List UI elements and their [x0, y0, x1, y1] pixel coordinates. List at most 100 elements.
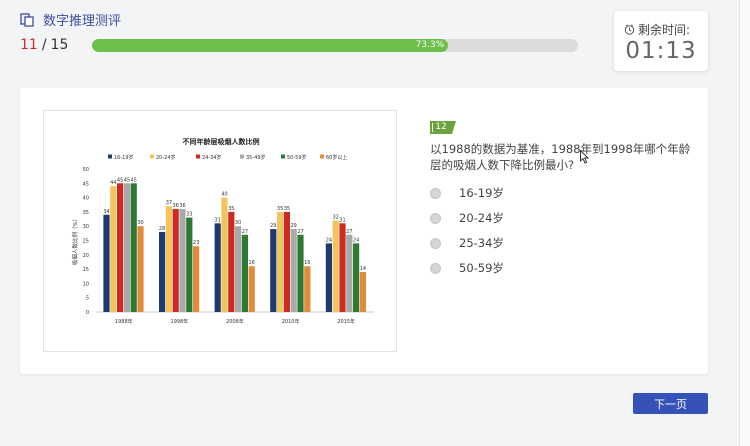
option-2[interactable]: 20-24岁 — [430, 210, 504, 226]
bar — [172, 209, 179, 312]
bar-value-label: 27 — [297, 229, 303, 235]
radio-button[interactable] — [430, 212, 441, 224]
question-card: 不同年龄层吸烟人数比例 16-19岁 20-24岁 24-34岁 35-49岁 50-59… — [20, 88, 708, 374]
bar-value-label: 40 — [221, 192, 227, 198]
y-tick-label: 50 — [83, 167, 89, 173]
bar-value-label: 23 — [193, 240, 199, 246]
timer-value: 01:13 — [625, 38, 697, 64]
chart-frame: 不同年龄层吸烟人数比例 16-19岁 20-24岁 24-34岁 35-49岁 50-59… — [43, 110, 397, 352]
chart-title: 不同年龄层吸烟人数比例 — [183, 137, 260, 146]
bar — [304, 266, 311, 312]
bar-value-label: 29 — [291, 223, 297, 229]
legend-swatch — [108, 154, 112, 159]
bar — [117, 183, 124, 312]
question-number-badge: 12 — [430, 121, 456, 134]
x-tick-label: 1998年 — [171, 318, 189, 325]
legend-swatch — [281, 154, 285, 159]
option-label: 16-19岁 — [459, 186, 504, 200]
bar-value-label: 32 — [333, 214, 339, 220]
smoking-rate-chart: 不同年龄层吸烟人数比例 16-19岁 20-24岁 24-34岁 35-49岁 50-59… — [71, 137, 374, 325]
bar-value-label: 30 — [235, 220, 241, 226]
bar-value-label: 34 — [103, 209, 109, 215]
bar — [359, 271, 366, 312]
question-count-separator: / — [41, 37, 47, 53]
y-tick-label: 30 — [83, 224, 89, 230]
timer-label: 剩余时间: — [638, 23, 691, 37]
bar-value-label: 45 — [124, 177, 130, 183]
bar — [277, 211, 284, 312]
legend-swatch — [240, 154, 244, 159]
option-4[interactable]: 50-59岁 — [430, 260, 504, 276]
option-3[interactable]: 25-34岁 — [430, 235, 504, 251]
bar — [137, 226, 144, 312]
y-tick-label: 35 — [83, 210, 89, 216]
y-axis-label: 吸烟人数比例（%） — [71, 216, 79, 265]
bar-value-label: 31 — [215, 217, 221, 223]
bar — [353, 243, 360, 312]
bar — [339, 223, 346, 312]
bar — [228, 211, 235, 312]
option-label: 50-59岁 — [459, 261, 504, 275]
question-stem: 以1988的数据为基准，1988年到1998年哪个年龄层的吸烟人数下降比例最小? — [430, 142, 691, 172]
option-label: 20-24岁 — [459, 211, 504, 225]
y-tick-label: 25 — [83, 239, 89, 245]
x-tick-label: 2010年 — [282, 318, 300, 325]
countdown-timer: 剩余时间: 01:13 — [614, 11, 708, 71]
total-question-count: 15 — [50, 37, 69, 53]
progress-percent-label: 73.3% — [415, 40, 445, 50]
clock-icon — [624, 24, 635, 35]
bar-value-label: 45 — [131, 177, 137, 183]
y-tick-label: 5 — [86, 296, 89, 302]
bar-value-label: 36 — [179, 203, 185, 209]
y-tick-label: 45 — [83, 181, 89, 187]
bar-value-label: 33 — [186, 212, 192, 218]
bar-value-label: 24 — [326, 237, 332, 243]
bar-value-label: 28 — [159, 226, 165, 232]
bar — [186, 217, 193, 312]
radio-button[interactable] — [430, 237, 441, 249]
bar-value-label: 16 — [304, 260, 310, 266]
bar — [325, 243, 332, 312]
bar — [290, 229, 297, 312]
legend-swatch — [150, 154, 154, 159]
bar-value-label: 27 — [242, 229, 248, 235]
bar — [110, 186, 117, 312]
legend-label: 24-34岁 — [202, 154, 222, 161]
document-icon — [20, 12, 34, 27]
radio-button[interactable] — [430, 187, 441, 199]
legend-label: 50-59岁 — [287, 154, 307, 161]
next-page-button[interactable]: 下一页 — [633, 393, 708, 414]
x-tick-label: 1988年 — [115, 318, 133, 325]
bar — [283, 211, 290, 312]
bar — [221, 197, 228, 312]
bar-value-label: 29 — [270, 223, 276, 229]
bar — [130, 183, 137, 312]
y-tick-label: 0 — [86, 310, 89, 316]
progress-bar-fill: 73.3% — [92, 39, 449, 52]
progress-row: 11 / 15 73.3% — [20, 37, 578, 53]
legend-label: 60岁以上 — [326, 154, 347, 161]
current-question-number: 11 — [20, 37, 38, 53]
bar — [270, 229, 277, 312]
option-label: 25-34岁 — [459, 236, 504, 250]
bar — [214, 223, 221, 312]
x-tick-label: 2015年 — [337, 318, 355, 325]
bar — [165, 206, 172, 312]
bar-value-label: 24 — [353, 237, 359, 243]
bar-value-label: 14 — [360, 266, 366, 272]
legend-label: 20-24岁 — [156, 154, 176, 161]
option-1[interactable]: 16-19岁 — [430, 185, 504, 201]
bar-value-label: 35 — [277, 206, 283, 212]
bar — [123, 183, 130, 312]
bar-value-label: 45 — [117, 177, 123, 183]
radio-button[interactable] — [430, 262, 441, 274]
x-tick-label: 2008年 — [226, 318, 244, 325]
mouse-cursor-icon — [580, 150, 590, 164]
app-title: 数字推理测评 — [43, 14, 122, 29]
bar-value-label: 35 — [284, 206, 290, 212]
bar-value-label: 35 — [228, 206, 234, 212]
app-header: 数字推理测评 — [20, 10, 121, 29]
timer-label-row: 剩余时间: — [624, 21, 690, 38]
bar — [297, 234, 304, 312]
scrollbar[interactable] — [739, 0, 750, 446]
